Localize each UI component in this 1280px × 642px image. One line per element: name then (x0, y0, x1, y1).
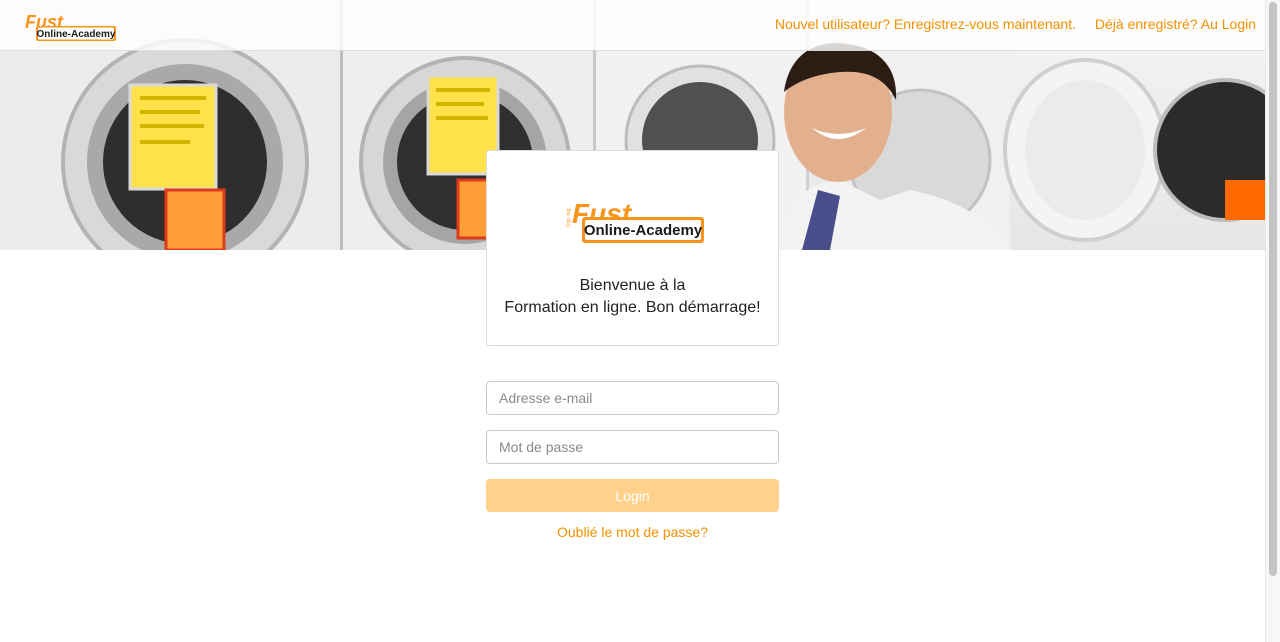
password-field[interactable] (486, 430, 779, 464)
welcome-line-1: Bienvenue à la (579, 277, 686, 294)
welcome-line-2: Formation en ligne. Bon démarrage! (504, 299, 761, 316)
login-page: Fust Online-Academy Nouvel utilisateur? … (0, 0, 1280, 642)
page-scrollbar[interactable] (1265, 0, 1280, 642)
scrollbar-thumb[interactable] (1269, 2, 1277, 576)
fust-logo[interactable]: Fust Online-Academy (24, 12, 118, 44)
logo-tagline: Online-Academy (37, 29, 116, 40)
top-navbar: Fust Online-Academy Nouvel utilisateur? … (0, 0, 1265, 51)
login-link[interactable]: Déjà enregistré? Au Login (1095, 16, 1256, 32)
fust-academy-logo: Dipl. Ing. Fust Online-Academy (566, 199, 704, 243)
email-field[interactable] (486, 381, 779, 415)
forgot-password-link[interactable]: Oublié le mot de passe? (486, 524, 779, 540)
logo-tagline: Online-Academy (584, 222, 703, 239)
login-button[interactable]: Login (486, 479, 779, 512)
welcome-message: Bienvenue à la Formation en ligne. Bon d… (487, 275, 778, 319)
register-link[interactable]: Nouvel utilisateur? Enregistrez-vous mai… (775, 16, 1076, 32)
welcome-card: Dipl. Ing. Fust Online-Academy Bienvenue… (486, 150, 779, 346)
header-nav: Nouvel utilisateur? Enregistrez-vous mai… (760, 16, 1256, 32)
